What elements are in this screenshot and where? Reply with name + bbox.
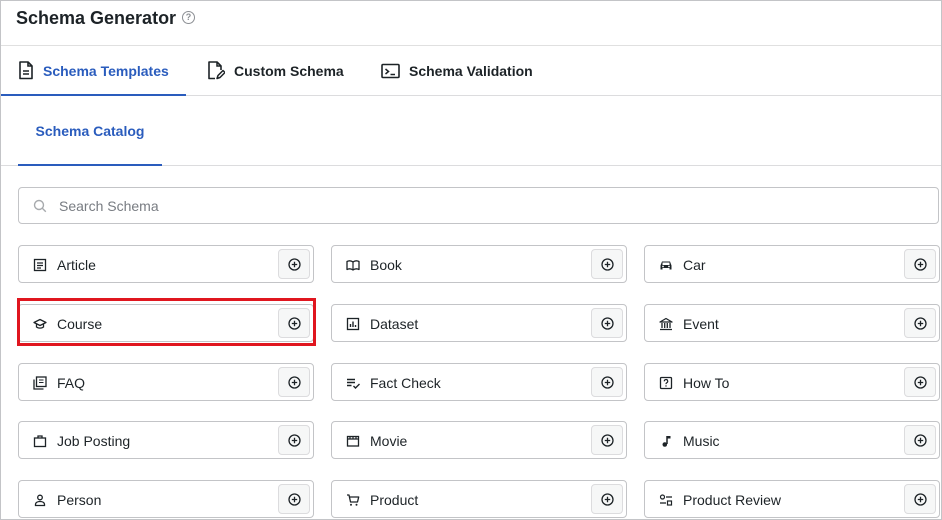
- catalog-item-label: Book: [370, 257, 402, 273]
- book-icon: [346, 260, 360, 271]
- add-dataset-button[interactable]: [591, 308, 623, 338]
- catalog-item-product-review[interactable]: Product Review: [644, 480, 940, 518]
- catalog-item-label: Dataset: [370, 316, 419, 332]
- plus-circle-icon: [287, 433, 301, 447]
- catalog-item-product[interactable]: Product: [331, 480, 627, 518]
- plus-circle-icon: [600, 433, 614, 447]
- plus-circle-icon: [913, 257, 927, 271]
- catalog-item-car[interactable]: Car: [644, 245, 940, 283]
- add-person-button[interactable]: [278, 484, 310, 514]
- add-how-to-button[interactable]: [904, 367, 936, 397]
- dataset-icon: [346, 317, 360, 331]
- plus-circle-icon: [913, 492, 927, 506]
- faq-icon: [33, 376, 47, 390]
- article-icon: [33, 258, 47, 272]
- plus-circle-icon: [913, 375, 927, 389]
- movie-icon: [346, 435, 360, 447]
- terminal-icon: [381, 63, 400, 78]
- how-to-icon: [659, 376, 673, 390]
- catalog-item-label: Product Review: [683, 492, 782, 508]
- graduation-cap-icon: [33, 318, 47, 329]
- catalog-item-fact-check[interactable]: Fact Check: [331, 363, 627, 401]
- help-circle-icon[interactable]: ?: [182, 11, 195, 24]
- catalog-item-label: Job Posting: [57, 433, 131, 449]
- add-product-review-button[interactable]: [904, 484, 936, 514]
- edit-document-icon: [208, 61, 225, 80]
- plus-circle-icon: [913, 316, 927, 330]
- catalog-item-label: Course: [57, 316, 103, 332]
- add-car-button[interactable]: [904, 249, 936, 279]
- catalog-item-label: Product: [370, 492, 419, 508]
- catalog-item-course[interactable]: Course: [18, 304, 314, 342]
- tab-label: Schema Templates: [43, 62, 169, 79]
- plus-circle-icon: [287, 375, 301, 389]
- catalog-item-dataset[interactable]: Dataset: [331, 304, 627, 342]
- plus-circle-icon: [600, 492, 614, 506]
- catalog-item-label: FAQ: [57, 375, 86, 391]
- catalog-item-label: Car: [683, 257, 706, 273]
- catalog-item-book[interactable]: Book: [331, 245, 627, 283]
- main-tabs: Schema Templates Custom Schema Schema Va…: [1, 46, 941, 96]
- search-icon: [33, 199, 47, 212]
- add-product-button[interactable]: [591, 484, 623, 514]
- catalog-item-how-to[interactable]: How To: [644, 363, 940, 401]
- catalog-item-article[interactable]: Article: [18, 245, 314, 283]
- tab-schema-templates[interactable]: Schema Templates: [1, 46, 186, 96]
- search-box[interactable]: [18, 187, 939, 224]
- page-title: Schema Generator: [16, 8, 177, 28]
- tab-custom-schema[interactable]: Custom Schema: [207, 46, 344, 95]
- briefcase-icon: [33, 435, 47, 448]
- add-music-button[interactable]: [904, 425, 936, 455]
- event-building-icon: [659, 317, 673, 331]
- catalog-item-person[interactable]: Person: [18, 480, 314, 518]
- add-event-button[interactable]: [904, 308, 936, 338]
- catalog-item-music[interactable]: Music: [644, 421, 940, 459]
- add-article-button[interactable]: [278, 249, 310, 279]
- tab-label: Schema Validation: [409, 62, 533, 79]
- add-course-button[interactable]: [278, 308, 310, 338]
- add-fact-check-button[interactable]: [591, 367, 623, 397]
- document-icon: [19, 61, 33, 80]
- search-input[interactable]: [57, 196, 861, 215]
- tab-label: Custom Schema: [234, 62, 344, 79]
- cart-icon: [347, 494, 360, 506]
- catalog-item-label: Event: [683, 316, 719, 332]
- header: Schema Generator ?: [1, 1, 941, 46]
- catalog-item-label: Article: [57, 257, 96, 273]
- catalog-item-label: Movie: [370, 433, 408, 449]
- add-faq-button[interactable]: [278, 367, 310, 397]
- tab-schema-catalog[interactable]: Schema Catalog: [18, 96, 162, 166]
- add-book-button[interactable]: [591, 249, 623, 279]
- plus-circle-icon: [600, 316, 614, 330]
- catalog-item-job-posting[interactable]: Job Posting: [18, 421, 314, 459]
- catalog-item-label: Music: [683, 433, 720, 449]
- music-note-icon: [662, 436, 671, 447]
- catalog-item-label: Fact Check: [370, 375, 441, 391]
- person-icon: [34, 494, 46, 507]
- catalog-item-label: How To: [683, 375, 730, 391]
- catalog-item-event[interactable]: Event: [644, 304, 940, 342]
- plus-circle-icon: [600, 257, 614, 271]
- plus-circle-icon: [600, 375, 614, 389]
- tab-schema-validation[interactable]: Schema Validation: [381, 46, 533, 95]
- fact-check-icon: [347, 378, 360, 389]
- plus-circle-icon: [287, 316, 301, 330]
- car-icon: [660, 261, 672, 270]
- catalog-item-faq[interactable]: FAQ: [18, 363, 314, 401]
- catalog-item-label: Person: [57, 492, 102, 508]
- sub-tabs: Schema Catalog: [1, 96, 941, 166]
- schema-generator-panel: Schema Generator ? Schema Templates Cust…: [0, 0, 942, 520]
- catalog-item-movie[interactable]: Movie: [331, 421, 627, 459]
- plus-circle-icon: [287, 492, 301, 506]
- plus-circle-icon: [913, 433, 927, 447]
- add-job-posting-button[interactable]: [278, 425, 310, 455]
- review-icon: [659, 494, 673, 506]
- add-movie-button[interactable]: [591, 425, 623, 455]
- plus-circle-icon: [287, 257, 301, 271]
